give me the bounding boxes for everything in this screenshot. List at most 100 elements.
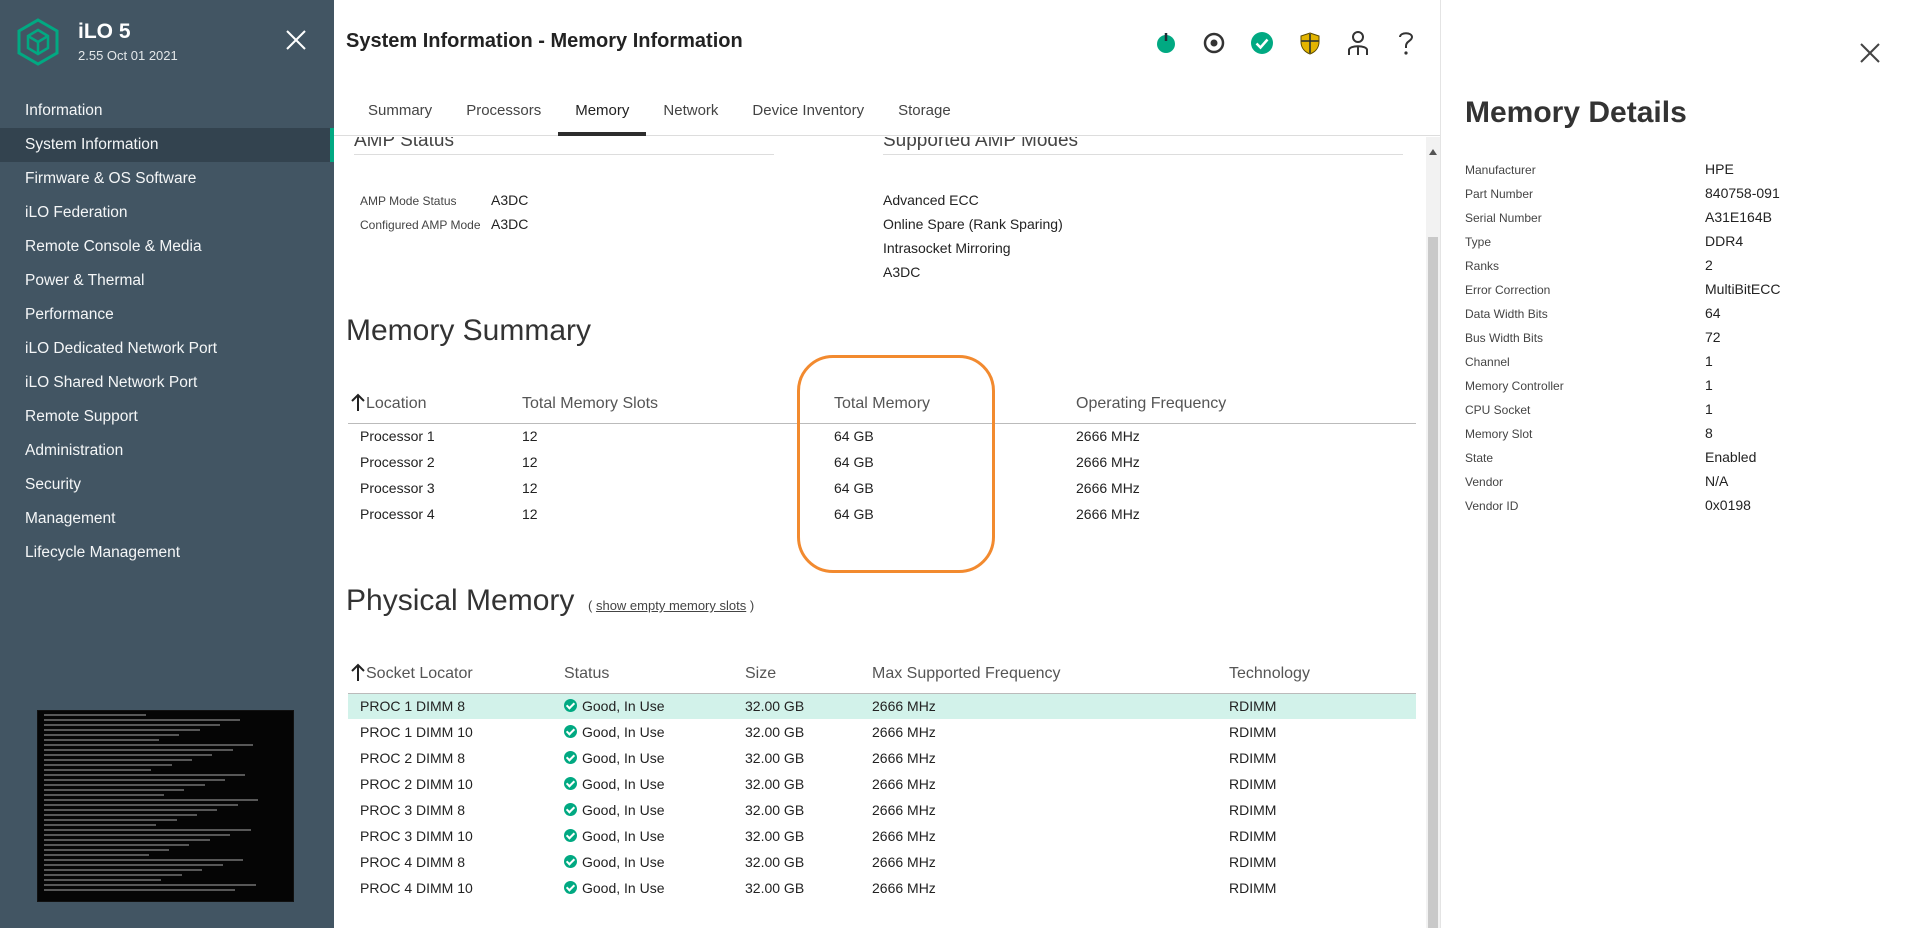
show-empty-memory-slots-link[interactable]: show empty memory slots [596, 598, 746, 613]
cell-location: Processor 3 [360, 480, 435, 496]
col-total-memory[interactable]: Total Memory [834, 383, 1076, 424]
console-text-line [44, 774, 246, 776]
table-row[interactable]: Processor 2 12 64 GB 2666 MHz [348, 449, 1416, 475]
sidebar-item-security[interactable]: Security [0, 468, 334, 502]
memory-summary-heading: Memory Summary [346, 314, 592, 347]
security-shield-icon [1300, 32, 1320, 55]
detail-label: Type [1465, 235, 1492, 249]
sidebar-item-lifecycle-management[interactable]: Lifecycle Management [0, 536, 334, 570]
close-icon[interactable] [1859, 42, 1881, 64]
detail-row: State Enabled [1465, 447, 1885, 471]
col-max-supported-frequency[interactable]: Max Supported Frequency [872, 653, 1229, 694]
table-row[interactable]: PROC 2 DIMM 10 Good, In Use 32.00 GB 266… [348, 771, 1416, 797]
detail-label: Channel [1465, 355, 1510, 369]
col-size[interactable]: Size [745, 653, 872, 694]
col-total-memory-slots[interactable]: Total Memory Slots [522, 383, 834, 424]
cell-max-frequency: 2666 MHz [872, 776, 936, 792]
table-header-row: Location Total Memory Slots Total Memory… [348, 383, 1416, 424]
scroll-up-arrow-icon[interactable] [1429, 149, 1437, 155]
table-row[interactable]: Processor 3 12 64 GB 2666 MHz [348, 475, 1416, 501]
detail-value: 2 [1705, 257, 1713, 273]
tab-processors[interactable]: Processors [449, 92, 558, 136]
detail-row: Error Correction MultiBitECC [1465, 279, 1885, 303]
console-text-line [44, 874, 182, 876]
col-status[interactable]: Status [564, 653, 745, 694]
sidebar-item-performance[interactable]: Performance [0, 298, 334, 332]
show-empty-open-paren: ( [588, 598, 593, 613]
detail-value: A31E164B [1705, 209, 1772, 225]
cell-status: Good, In Use [564, 693, 745, 719]
detail-value: 1 [1705, 353, 1713, 369]
sidebar-item-ilo-dedicated-network-port[interactable]: iLO Dedicated Network Port [0, 332, 334, 366]
sidebar-item-system-information[interactable]: System Information [0, 128, 334, 162]
content-scrollbar[interactable] [1426, 137, 1440, 928]
table-row[interactable]: PROC 3 DIMM 8 Good, In Use 32.00 GB 2666… [348, 797, 1416, 823]
detail-row: Part Number 840758-091 [1465, 183, 1885, 207]
console-text-line [44, 749, 233, 751]
console-text-line [44, 869, 203, 871]
sidebar-item-management[interactable]: Management [0, 502, 334, 536]
cell-total-memory: 64 GB [834, 454, 874, 470]
detail-value: 1 [1705, 401, 1713, 417]
sidebar-item-administration[interactable]: Administration [0, 434, 334, 468]
table-row[interactable]: Processor 4 12 64 GB 2666 MHz [348, 501, 1416, 527]
table-row[interactable]: PROC 1 DIMM 10 Good, In Use 32.00 GB 266… [348, 719, 1416, 745]
tab-device-inventory[interactable]: Device Inventory [735, 92, 881, 136]
detail-label: Vendor ID [1465, 499, 1519, 513]
detail-value: HPE [1705, 161, 1734, 177]
health-ok-icon [1251, 32, 1273, 54]
table-row[interactable]: Processor 1 12 64 GB 2666 MHz [348, 423, 1416, 449]
detail-row: Vendor N/A [1465, 471, 1885, 495]
amp-mode-item: Intrasocket Mirroring [883, 240, 1011, 256]
sidebar-item-remote-support[interactable]: Remote Support [0, 400, 334, 434]
help-button[interactable] [1382, 28, 1430, 58]
console-text-line [44, 884, 256, 886]
cell-max-frequency: 2666 MHz [872, 693, 1229, 719]
sidebar-item-ilo-shared-network-port[interactable]: iLO Shared Network Port [0, 366, 334, 400]
detail-row: Ranks 2 [1465, 255, 1885, 279]
col-socket-locator[interactable]: Socket Locator [348, 653, 564, 694]
scroll-thumb[interactable] [1428, 237, 1438, 928]
close-icon[interactable] [284, 28, 308, 52]
cell-status: Good, In Use [564, 771, 745, 797]
status-text: Good, In Use [582, 802, 665, 818]
tab-bar: Summary Processors Memory Network Device… [334, 92, 1440, 136]
status-text: Good, In Use [582, 880, 665, 896]
tab-memory[interactable]: Memory [558, 92, 647, 136]
col-technology[interactable]: Technology [1229, 653, 1416, 694]
power-button[interactable] [1142, 28, 1190, 58]
table-row[interactable]: PROC 4 DIMM 8 Good, In Use 32.00 GB 2666… [348, 849, 1416, 875]
cell-socket-locator: PROC 4 DIMM 10 [360, 880, 473, 896]
user-button[interactable] [1334, 28, 1382, 58]
uid-locator-button[interactable] [1190, 28, 1238, 58]
table-row[interactable]: PROC 2 DIMM 8 Good, In Use 32.00 GB 2666… [348, 745, 1416, 771]
sidebar-item-power-thermal[interactable]: Power & Thermal [0, 264, 334, 298]
status-ok-icon [564, 699, 577, 713]
cell-frequency: 2666 MHz [1076, 480, 1140, 496]
tab-storage[interactable]: Storage [881, 92, 968, 136]
table-row-selected[interactable]: PROC 1 DIMM 8 Good, In Use 32.00 GB 2666… [348, 693, 1416, 719]
console-text-line [44, 804, 238, 806]
sidebar-item-information[interactable]: Information [0, 94, 334, 128]
health-button[interactable] [1238, 28, 1286, 58]
remote-console-thumbnail[interactable] [37, 710, 294, 902]
cell-total-memory: 64 GB [834, 480, 874, 496]
console-text-line [44, 879, 162, 881]
detail-row: CPU Socket 1 [1465, 399, 1885, 423]
col-operating-frequency[interactable]: Operating Frequency [1076, 383, 1416, 424]
sidebar-item-firmware-os-software[interactable]: Firmware & OS Software [0, 162, 334, 196]
tab-network[interactable]: Network [646, 92, 735, 136]
detail-label: CPU Socket [1465, 403, 1531, 417]
cell-size: 32.00 GB [745, 750, 805, 766]
user-icon [1348, 31, 1368, 55]
tab-summary[interactable]: Summary [351, 92, 449, 136]
table-row[interactable]: PROC 4 DIMM 10 Good, In Use 32.00 GB 266… [348, 875, 1416, 901]
table-row[interactable]: PROC 3 DIMM 10 Good, In Use 32.00 GB 266… [348, 823, 1416, 849]
security-state-button[interactable] [1286, 28, 1334, 58]
sidebar-item-ilo-federation[interactable]: iLO Federation [0, 196, 334, 230]
detail-label: Ranks [1465, 259, 1500, 273]
amp-status-heading: AMP Status [354, 137, 774, 155]
console-text-line [44, 779, 226, 781]
col-location[interactable]: Location [348, 383, 522, 424]
sidebar-item-remote-console-media[interactable]: Remote Console & Media [0, 230, 334, 264]
